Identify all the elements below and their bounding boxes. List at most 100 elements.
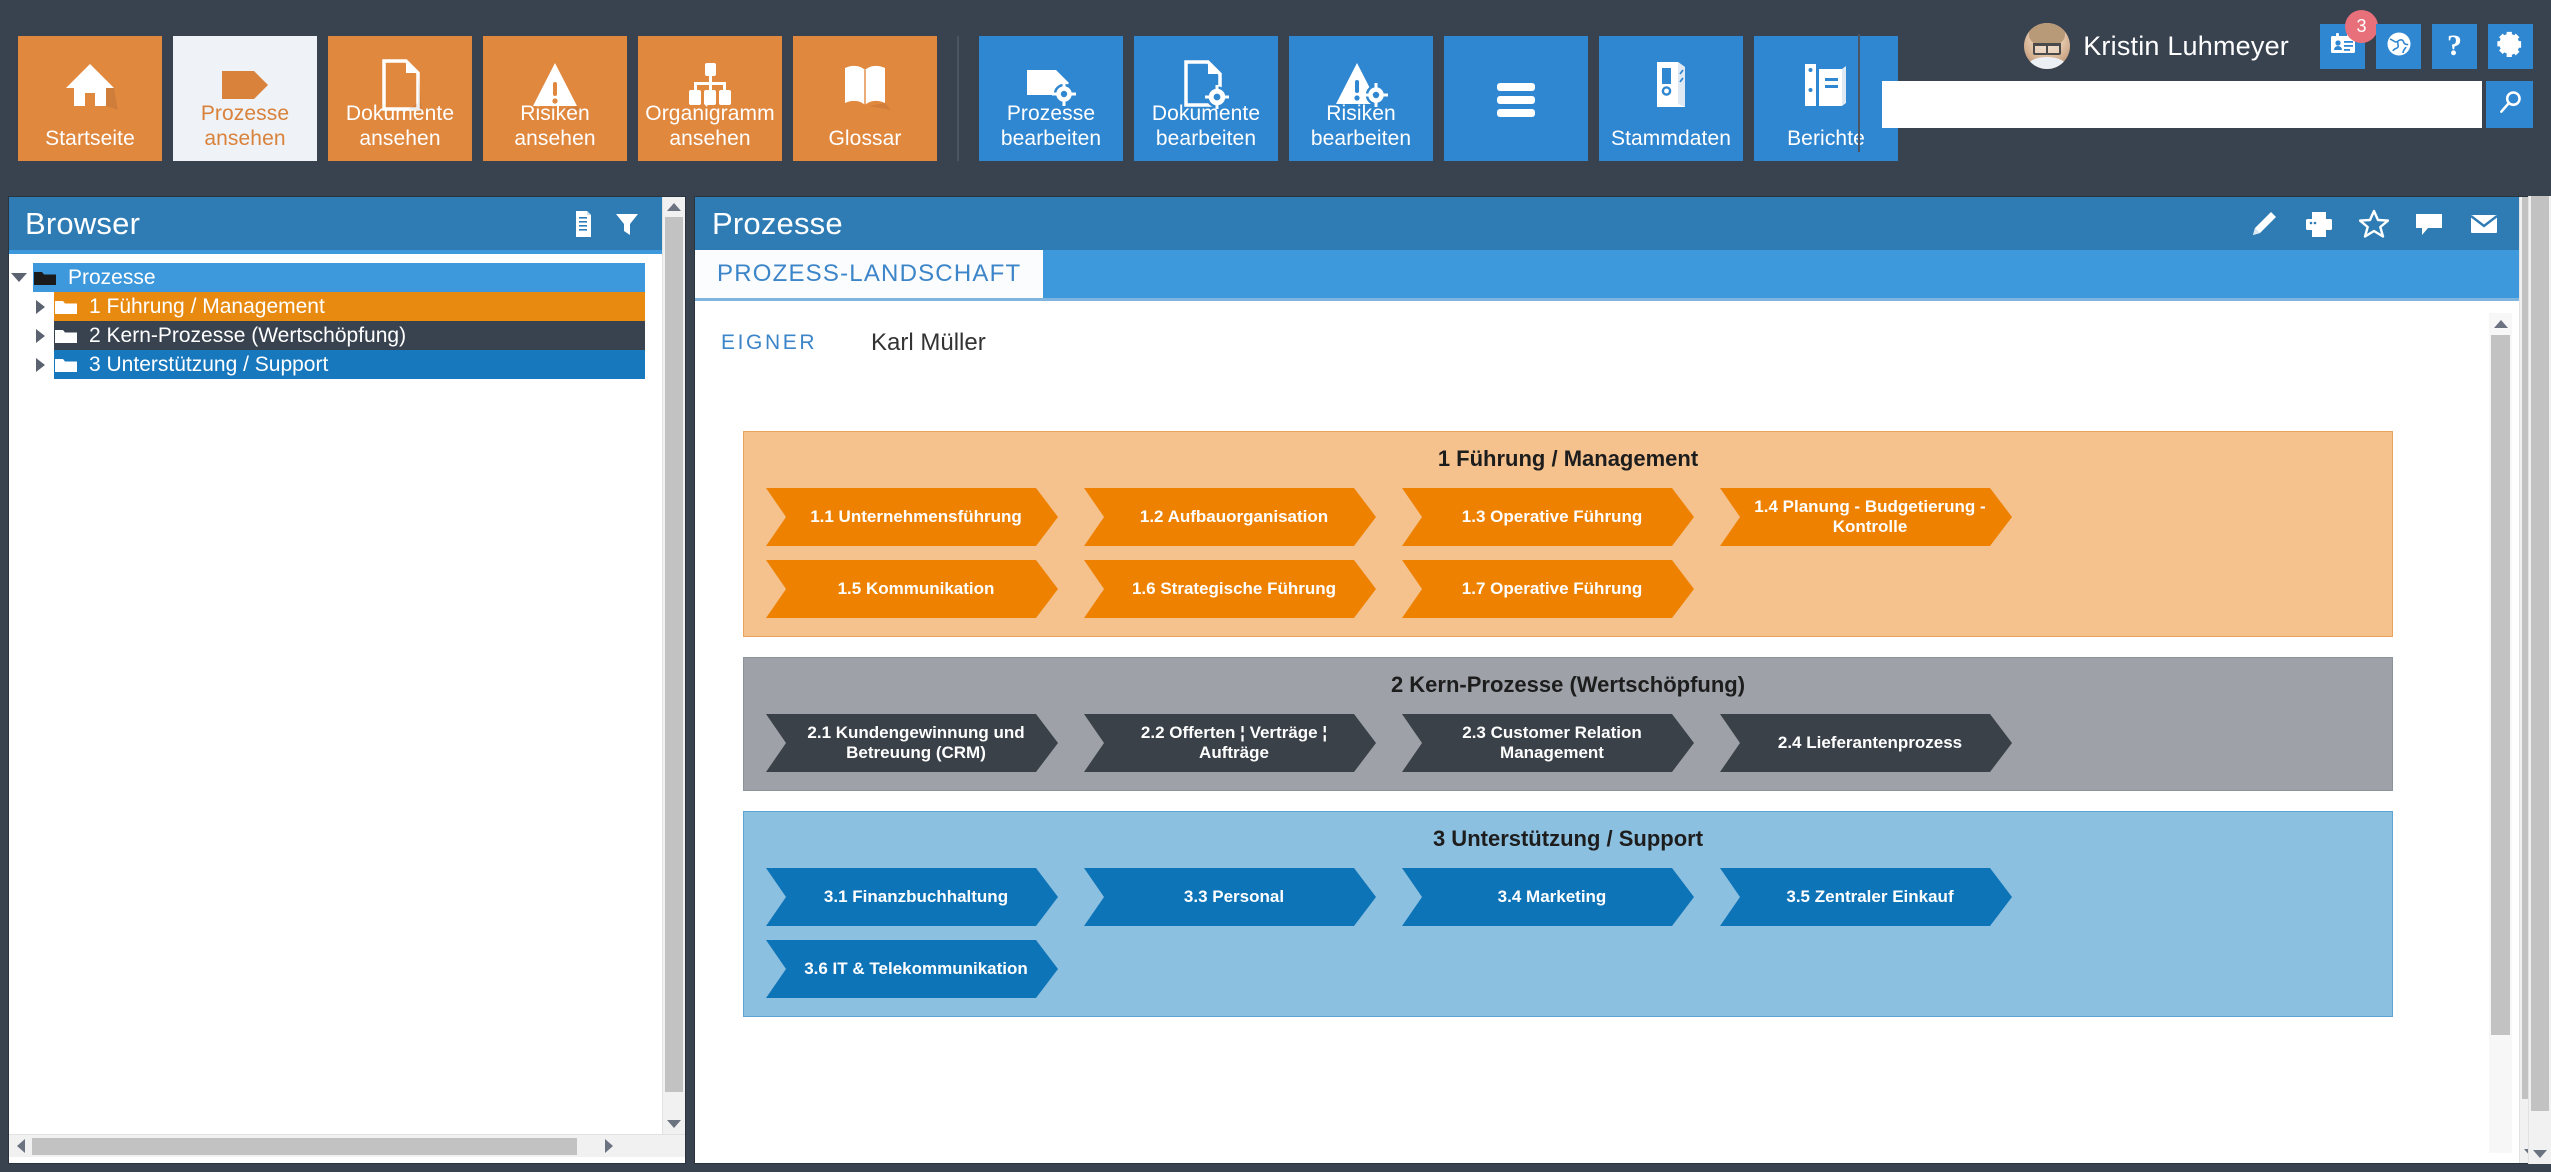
tree-expander[interactable] [9,263,33,292]
process-chevron-3-1[interactable]: 3.1 Finanzbuchhaltung [766,868,1058,926]
scroll-thumb[interactable] [2531,196,2549,1111]
scroll-left-arrow[interactable] [9,1139,32,1153]
process-chevron-label: 3.4 Marketing [1497,887,1607,906]
search-row [1882,81,2533,128]
comment-bubble-icon[interactable] [2401,201,2456,247]
browser-title: Browser [25,205,141,241]
toolbar-tile-stammdaten[interactable]: Stammdaten [1599,36,1743,161]
avatar[interactable] [2024,23,2071,69]
scroll-up-arrow[interactable] [2489,313,2512,335]
envelope-mail-icon[interactable] [2456,201,2511,247]
toolbar-tile-menu[interactable] [1444,36,1588,161]
process-chevron-label: 1.7 Operative Führung [1461,579,1643,598]
content-inner-vertical-scrollbar[interactable] [2489,313,2512,1153]
process-chevron-3-4[interactable]: 3.4 Marketing [1402,868,1694,926]
scroll-thumb[interactable] [665,217,683,1092]
process-chevron-1-2[interactable]: 1.2 Aufbauorganisation [1084,488,1376,546]
process-chevron-3-3[interactable]: 3.3 Personal [1084,868,1376,926]
toolbar-tile-prozesse-ansehen[interactable]: Prozesse ansehen [173,36,317,161]
contact-card-button[interactable]: 3 [2320,9,2378,69]
browser-horizontal-scrollbar[interactable] [9,1134,685,1157]
browser-header: Browser [9,197,662,250]
process-chevron-2-4[interactable]: 2.4 Lieferantenprozess [1720,714,2012,772]
scroll-down-arrow[interactable] [663,1114,685,1134]
process-group-title: 2 Kern-Prozesse (Wertschöpfung) [1390,672,1746,697]
process-group-title: 1 Führung / Management [1437,446,1699,471]
settings-button[interactable] [2488,23,2533,69]
process-chevron-1-1[interactable]: 1.1 Unternehmensführung [766,488,1058,546]
scroll-down-arrow[interactable] [2529,1144,2551,1164]
scroll-right-arrow[interactable] [579,1139,639,1153]
process-landscape-diagram: 1 Führung / Management 1.1 Unternehmensf… [743,431,2393,1037]
process-row: 1.1 Unternehmensführung 1.2 Aufbauorgani… [766,488,2372,546]
process-chevron-2-1[interactable]: 2.1 Kundengewinnung und Betreuung (CRM) [766,714,1058,772]
diagram-canvas: EIGNER Karl Müller 1 Führung / Managemen… [695,301,2519,1163]
process-chevron-1-6[interactable]: 1.6 Strategische Führung [1084,560,1376,618]
tab-prozess-landschaft[interactable]: PROZESS-LANDSCHAFT [695,250,1044,298]
pencil-edit-icon[interactable] [2236,201,2291,247]
process-chevron-1-4[interactable]: 1.4 Planung - Budgetierung - Kontrolle [1720,488,2012,546]
scroll-thumb[interactable] [32,1137,577,1155]
process-chevron-1-7[interactable]: 1.7 Operative Führung [1402,560,1694,618]
toolbar-tile-label: Startseite [45,127,135,150]
search-input[interactable] [1882,81,2482,128]
toolbar-tile-risiken-bearbeiten[interactable]: Risiken bearbeiten [1289,36,1433,161]
toolbar-tile-dokumente-bearbeiten[interactable]: Dokumente bearbeiten [1134,36,1278,161]
help-button[interactable]: ? [2432,23,2477,69]
star-favorite-icon[interactable] [2346,201,2401,247]
process-chevron-1-3[interactable]: 1.3 Operative Führung [1402,488,1694,546]
process-chevron-2-2[interactable]: 2.2 Offerten ¦ Verträge ¦ Aufträge [1084,714,1376,772]
process-row: 3.6 IT & Telekommunikation [766,940,2372,998]
process-group-kern-prozesse: 2 Kern-Prozesse (Wertschöpfung) 2.1 Kund… [743,657,2393,791]
tree-node-unterstuetzung-support[interactable]: 3 Unterstützung / Support [35,350,645,379]
filter-funnel-icon[interactable] [604,201,650,247]
main-tabbar: PROZESS-LANDSCHAFT [695,250,2519,298]
window-vertical-scrollbar[interactable] [2528,196,2551,1164]
toolbar-tile-prozesse-bearbeiten[interactable]: Prozesse bearbeiten [979,36,1123,161]
tree-node-label: Prozesse [68,265,156,289]
process-chevron-3-5[interactable]: 3.5 Zentraler Einkauf [1720,868,2012,926]
folder-icon [54,327,78,345]
process-tag-gear-icon [979,52,1123,118]
tree-expander[interactable] [26,350,54,379]
tree-expander[interactable] [26,321,54,350]
scroll-up-arrow[interactable] [663,197,685,217]
process-chevron-label: 1.6 Strategische Führung [1131,579,1337,598]
warning-gear-icon [1289,52,1433,118]
tree-node-prozesse[interactable]: Prozesse [11,263,645,292]
process-chevron-label: 1.5 Kommunikation [837,579,995,598]
user-divider [1858,34,1860,152]
process-chevron-2-3[interactable]: 2.3 Customer Relation Management [1402,714,1694,772]
toolbar-tile-risiken-ansehen[interactable]: Risiken ansehen [483,36,627,161]
hamburger-menu-icon [1444,66,1588,132]
browser-vertical-scrollbar[interactable] [662,197,685,1134]
binder-icon [1599,52,1743,118]
printer-icon[interactable] [2291,201,2346,247]
tree-expander[interactable] [26,292,54,321]
process-chevron-1-5[interactable]: 1.5 Kommunikation [766,560,1058,618]
toolbar-tile-dokumente-ansehen[interactable]: Dokumente ansehen [328,36,472,161]
process-chevron-3-6[interactable]: 3.6 IT & Telekommunikation [766,940,1058,998]
toolbar-divider [957,36,959,161]
owner-label: EIGNER [721,331,818,354]
toolbar-tile-berichte[interactable]: Berichte [1754,36,1898,161]
folder-icon [54,356,78,374]
tree-node-fuehrung-management[interactable]: 1 Führung / Management [35,292,645,321]
language-globe-button[interactable] [2376,23,2421,69]
process-chevron-label: 1.1 Unternehmensführung [810,507,1022,526]
process-tag-icon [173,52,317,118]
toolbar-tile-glossar[interactable]: Glossar [793,36,937,161]
document-list-icon[interactable] [558,201,604,247]
toolbar-tile-organigramm-ansehen[interactable]: Organigramm ansehen [638,36,782,161]
tree-node-kern-prozesse[interactable]: 2 Kern-Prozesse (Wertschöpfung) [35,321,645,350]
toolbar-tile-label: Glossar [828,127,902,150]
search-button[interactable] [2486,81,2533,128]
toolbar-tiles: Startseite Prozesse ansehen Dokumente an… [18,36,1898,161]
globe-icon [2386,31,2412,62]
toolbar-tile-startseite[interactable]: Startseite [18,36,162,161]
process-chevron-label: 1.2 Aufbauorganisation [1139,507,1329,526]
tab-label: PROZESS-LANDSCHAFT [717,260,1022,287]
tree-node-label: 2 Kern-Prozesse (Wertschöpfung) [89,323,407,347]
toolbar-tile-label-line2: ansehen [204,127,286,150]
scroll-thumb[interactable] [2491,335,2510,1035]
